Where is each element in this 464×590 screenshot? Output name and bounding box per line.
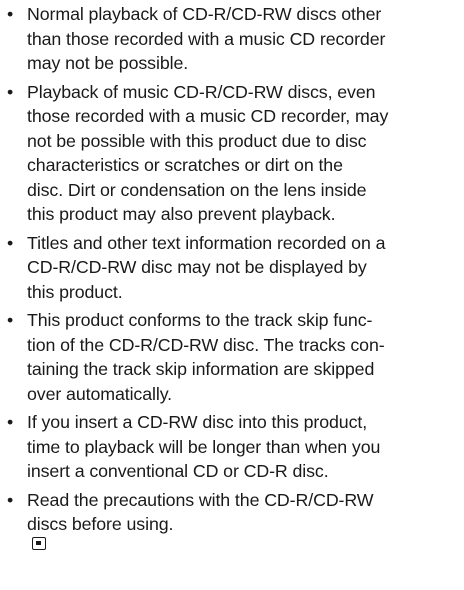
text-line: Titles and other text information record… — [27, 232, 386, 253]
bullet-dot-icon: • — [7, 232, 14, 253]
bullet-text: Playback of music CD-R/CD-RW discs, even… — [27, 80, 462, 227]
text-line: tion of the CD-R/CD-RW disc. The tracks … — [27, 334, 385, 355]
bullet-list: • Normal playback of CD-R/CD-RW discs ot… — [6, 2, 462, 554]
bullet-text: Normal playback of CD-R/CD-RW discs othe… — [27, 2, 462, 76]
text-line: Playback of music CD-R/CD-RW discs, even — [27, 81, 376, 102]
bullet-dot-icon: • — [7, 489, 14, 510]
text-line: CD-R/CD-RW disc may not be displayed by — [27, 257, 367, 277]
bullet-item: • If you insert a CD-RW disc into this p… — [6, 410, 462, 484]
end-of-section-icon — [32, 536, 46, 550]
bullet-dot-icon: • — [7, 4, 14, 24]
bullet-text: Titles and other text information record… — [27, 231, 462, 305]
text-line: characteristics or scratches or dirt on … — [27, 155, 343, 175]
text-line: disc. Dirt or condensation on the lens i… — [27, 179, 367, 200]
bullet-dot-icon: • — [7, 310, 14, 330]
text-line: over automatically. — [27, 383, 173, 404]
bullet-item: • This product conforms to the track ski… — [6, 308, 462, 406]
text-line: insert a conventional CD or CD-R disc. — [27, 461, 329, 481]
bullet-item: • Playback of music CD-R/CD-RW discs, ev… — [6, 80, 462, 227]
text-line: Normal playback of CD-R/CD-RW discs othe… — [27, 4, 382, 24]
text-line: taining the track skip information are s… — [27, 359, 375, 379]
text-line-content: discs before using. — [27, 514, 174, 534]
text-line-last: discs before using. — [27, 512, 462, 550]
text-line: may not be possible. — [27, 53, 189, 73]
bullet-text: This product conforms to the track skip … — [27, 308, 462, 406]
text-line: not be possible with this product due to… — [27, 130, 367, 151]
bullet-item: • Titles and other text information reco… — [6, 231, 462, 305]
text-line: Read the precautions with the CD-R/CD-RW — [27, 489, 374, 510]
text-line: time to playback will be longer than whe… — [27, 436, 381, 457]
bullet-dot-icon: • — [7, 412, 14, 432]
text-line: This product conforms to the track skip … — [27, 310, 373, 330]
text-line: this product. — [27, 281, 123, 302]
document-page: • Normal playback of CD-R/CD-RW discs ot… — [0, 0, 464, 590]
bullet-text: If you insert a CD-RW disc into this pro… — [27, 410, 462, 484]
bullet-item: • Read the precautions with the CD-R/CD-… — [6, 488, 462, 550]
text-line: than those recorded with a music CD reco… — [27, 28, 386, 49]
bullet-dot-icon: • — [7, 81, 14, 102]
text-line: this product may also prevent playback. — [27, 204, 336, 224]
bullet-text: Read the precautions with the CD-R/CD-RW… — [27, 488, 462, 550]
text-line: those recorded with a music CD recorder,… — [27, 106, 389, 126]
text-line: If you insert a CD-RW disc into this pro… — [27, 412, 368, 432]
bullet-item: • Normal playback of CD-R/CD-RW discs ot… — [6, 2, 462, 76]
